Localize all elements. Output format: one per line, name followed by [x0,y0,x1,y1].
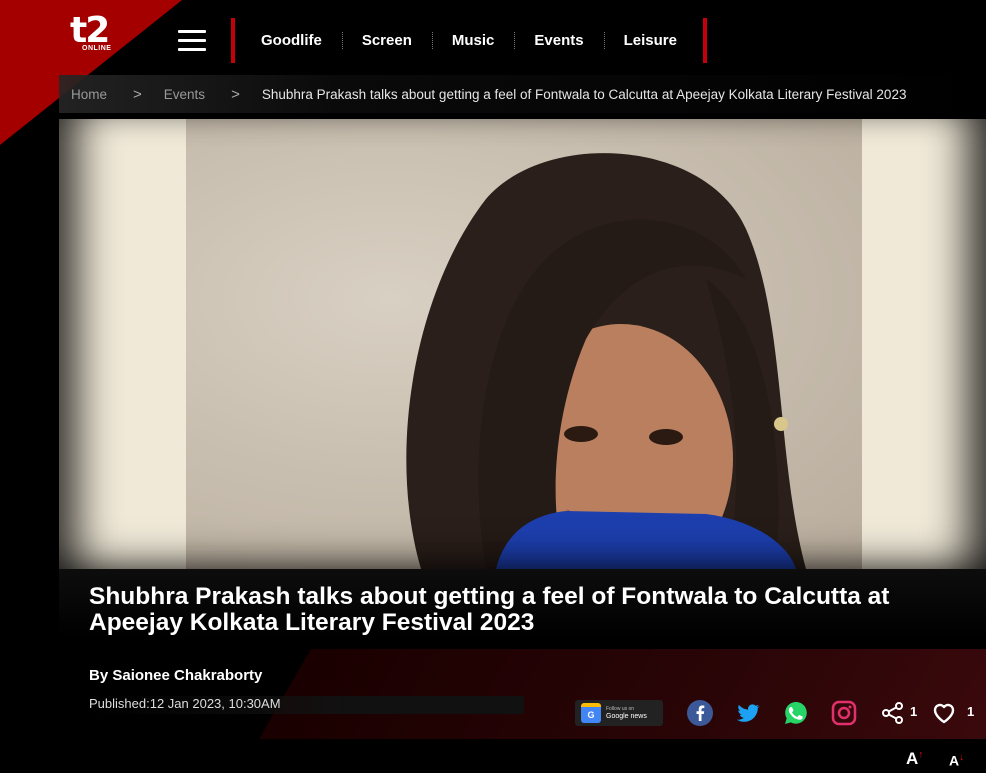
heart-icon[interactable] [930,699,958,727]
share-icon[interactable] [879,699,907,727]
font-decrease-button[interactable]: A↓ [949,752,964,769]
google-news-small: Follow us on [606,706,635,712]
chevron-right-icon: > [133,85,142,103]
nav-goodlife[interactable]: Goodlife [241,32,342,49]
breadcrumb-home[interactable]: Home [71,87,107,102]
breadcrumb-current: Shubhra Prakash talks about getting a fe… [261,86,907,102]
google-news-icon: G [581,703,601,723]
breadcrumb-events[interactable]: Events [164,87,205,102]
like-count: 1 [967,704,975,719]
instagram-icon[interactable] [830,699,858,727]
article-headline: Shubhra Prakash talks about getting a fe… [89,583,890,636]
chevron-right-icon: > [231,85,240,103]
nav-music[interactable]: Music [431,32,515,49]
font-increase-label: A [906,749,919,768]
main-nav: Goodlife Screen Music Events Leisure [231,18,707,63]
nav-screen[interactable]: Screen [341,32,432,49]
hero-image [59,119,986,569]
published-date: Published:12 Jan 2023, 10:30AM [89,696,524,714]
google-news-text: Follow us on Google news [606,705,647,721]
nav-leisure[interactable]: Leisure [603,32,697,49]
menu-icon[interactable] [178,30,206,52]
article-byline[interactable]: By Saionee Chakraborty [89,667,262,684]
arrow-up-icon: ↑ [918,749,924,761]
logo-text: t2 [70,10,110,51]
google-news-follow-button[interactable]: G Follow us on Google news [575,700,663,726]
portrait-illustration [406,153,806,569]
font-decrease-label: A [949,752,960,769]
breadcrumb: Home > Events > Shubhra Prakash talks ab… [59,75,986,113]
google-news-big: Google news [606,713,647,720]
arrow-down-icon: ↓ [959,752,965,763]
nav-events[interactable]: Events [514,32,603,49]
t2-logo[interactable]: t2 ONLINE [70,10,120,64]
whatsapp-icon[interactable] [782,699,810,727]
twitter-icon[interactable] [734,699,762,727]
share-count: 1 [910,704,918,719]
facebook-icon[interactable] [686,699,714,727]
author-photo [186,119,862,569]
font-increase-button[interactable]: A↑ [906,749,923,769]
